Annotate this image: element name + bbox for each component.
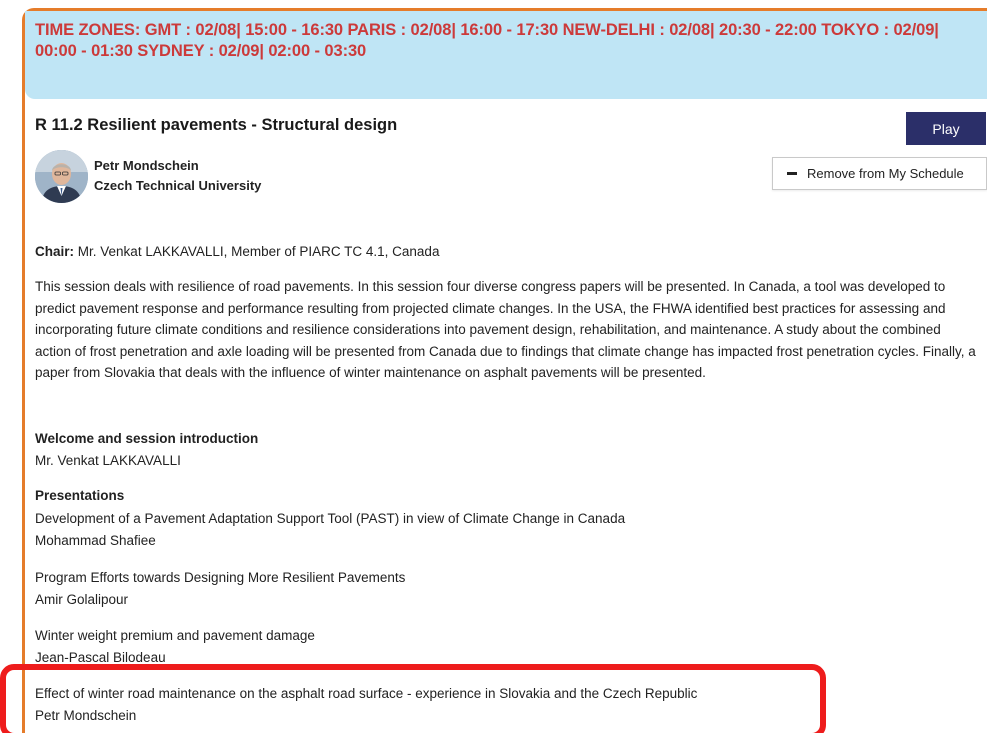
remove-from-schedule-button[interactable]: Remove from My Schedule (772, 157, 987, 190)
timezone-banner: TIME ZONES: GMT : 02/08| 15:00 - 16:30 P… (25, 11, 987, 99)
welcome-heading: Welcome and session introduction (35, 431, 259, 446)
timezone-text: TIME ZONES: GMT : 02/08| 15:00 - 16:30 P… (35, 21, 939, 60)
presentation-title: Winter weight premium and pavement damag… (35, 628, 315, 643)
minus-icon (787, 172, 797, 175)
welcome-presenter: Mr. Venkat LAKKAVALLI (35, 453, 181, 468)
highlight-annotation-box (0, 664, 826, 733)
presentation-title: Development of a Pavement Adaptation Sup… (35, 511, 626, 526)
remove-from-schedule-label: Remove from My Schedule (807, 166, 964, 181)
chair-line: Chair: Mr. Venkat LAKKAVALLI, Member of … (35, 244, 439, 259)
speaker-name: Petr Mondschein (94, 158, 199, 173)
session-description: This session deals with resilience of ro… (35, 279, 976, 380)
speaker-avatar (35, 150, 88, 203)
presentation-author: Mohammad Shafiee (35, 533, 156, 548)
session-title: R 11.2 Resilient pavements - Structural … (35, 116, 398, 134)
chair-value: Mr. Venkat LAKKAVALLI, Member of PIARC T… (77, 244, 440, 259)
speaker-organization: Czech Technical University (94, 178, 262, 193)
presentation-author: Jean-Pascal Bilodeau (35, 650, 166, 665)
play-button[interactable]: Play (906, 112, 986, 145)
presentation-author: Amir Golalipour (35, 592, 129, 607)
avatar-portrait-icon (35, 150, 88, 203)
session-page: TIME ZONES: GMT : 02/08| 15:00 - 16:30 P… (0, 0, 987, 733)
presentation-title: Program Efforts towards Designing More R… (35, 570, 406, 585)
chair-label: Chair: (35, 244, 75, 259)
presentations-heading: Presentations (35, 488, 125, 503)
